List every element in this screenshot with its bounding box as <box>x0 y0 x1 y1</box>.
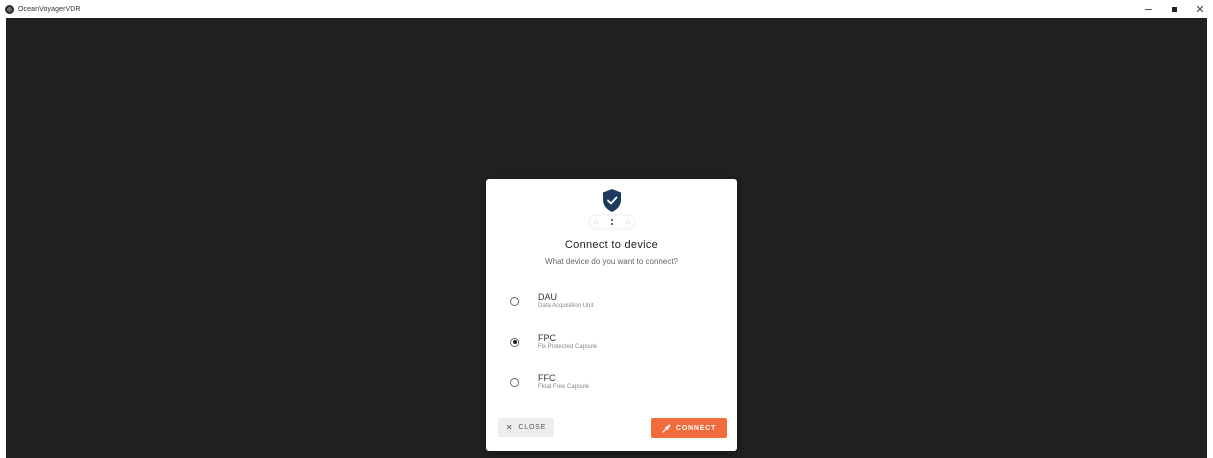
option-name: DAU <box>538 291 558 302</box>
option-fpc[interactable]: FPC Fix Protected Capsule <box>510 328 720 356</box>
option-description: Data Acquisition Unit <box>538 302 594 309</box>
shield-icon <box>588 189 635 230</box>
option-description: Float Free Capsule <box>538 383 590 390</box>
title-bar: OceanVoyagerVDR ✕ <box>0 0 1213 18</box>
minimize-button[interactable] <box>1135 0 1161 18</box>
device-shield-illustration <box>486 187 737 233</box>
dialog-subtitle: What device do you want to connect? <box>545 257 678 266</box>
option-description: Fix Protected Capsule <box>538 343 598 350</box>
option-ffc[interactable]: FFC Float Free Capsule <box>510 368 720 396</box>
maximize-button[interactable] <box>1161 0 1187 18</box>
connect-button-label: CONNECT <box>675 424 717 432</box>
close-button-label: CLOSE <box>518 424 547 431</box>
window-title: OceanVoyagerVDR <box>18 5 81 13</box>
dialog-title: Connect to device <box>564 239 659 251</box>
radio-fpc[interactable] <box>510 337 519 347</box>
connect-button[interactable]: CONNECT <box>651 418 727 438</box>
option-name: FFC <box>538 372 556 383</box>
radio-ffc[interactable] <box>510 377 519 387</box>
minimize-icon <box>1144 8 1152 10</box>
close-icon: ✕ <box>505 423 514 432</box>
window-close-button[interactable]: ✕ <box>1187 0 1213 18</box>
connect-device-dialog: Connect to device What device do you wan… <box>486 179 737 451</box>
plug-icon <box>662 423 671 433</box>
radio-dau[interactable] <box>510 296 519 306</box>
window-controls: ✕ <box>1135 0 1213 18</box>
option-name: FPC <box>538 332 556 343</box>
close-button[interactable]: ✕ CLOSE <box>498 418 554 437</box>
option-dau[interactable]: DAU Data Acquisition Unit <box>510 287 720 315</box>
maximize-icon <box>1171 6 1177 12</box>
app-logo-icon <box>5 4 14 14</box>
